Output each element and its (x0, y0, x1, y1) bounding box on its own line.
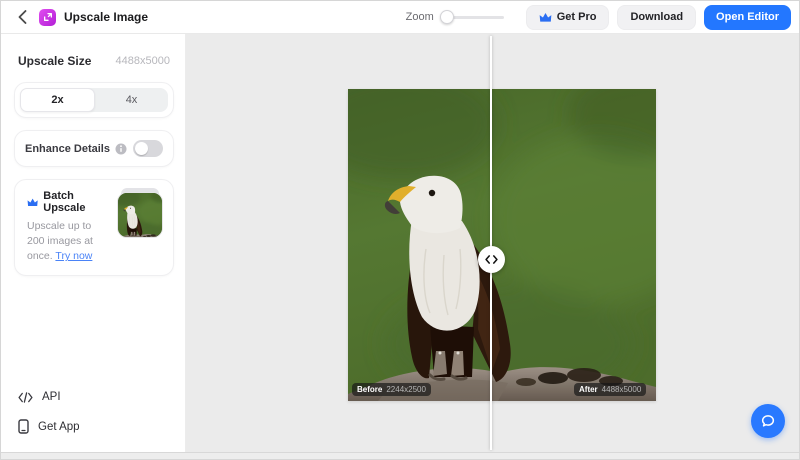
left-right-arrows-icon (485, 255, 498, 264)
batch-thumbnail-stack (117, 192, 163, 238)
info-icon[interactable] (115, 143, 127, 155)
get-pro-button[interactable]: Get Pro (526, 5, 610, 30)
comparison-image: Before 2244x2500 After 4488x5000 (348, 89, 656, 401)
zoom-label: Zoom (406, 11, 434, 23)
enhance-details-labelgroup: Enhance Details (25, 143, 127, 155)
open-editor-button[interactable]: Open Editor (704, 5, 791, 30)
upscale-tool-icon (39, 9, 56, 26)
batch-thumbnail (117, 192, 163, 238)
batch-upscale-title: Batch Upscale (43, 190, 109, 214)
batch-upscale-title-row: Batch Upscale (27, 190, 109, 214)
get-app-label: Get App (38, 421, 80, 433)
compare-slider-handle[interactable] (478, 246, 505, 273)
window-bottom-edge (1, 452, 799, 459)
canvas-area: Before 2244x2500 After 4488x5000 (186, 34, 799, 452)
try-now-link[interactable]: Try now (55, 250, 92, 262)
before-label: Before (357, 385, 382, 394)
scale-selector-card: 2x 4x (14, 82, 174, 118)
zoom-control: Zoom (406, 11, 504, 23)
after-badge: After 4488x5000 (574, 383, 646, 396)
download-button[interactable]: Download (617, 5, 696, 30)
app-window: Upscale Image Zoom Get Pro Download Open… (0, 0, 800, 460)
sidebar-item-api[interactable]: API (14, 383, 174, 411)
batch-upscale-card[interactable]: Batch Upscale Upscale up to 200 images a… (14, 179, 174, 276)
crown-icon (27, 197, 38, 208)
get-pro-label: Get Pro (557, 11, 597, 23)
batch-upscale-description: Upscale up to 200 images at once. Try no… (27, 219, 109, 265)
back-button[interactable] (13, 8, 31, 26)
zoom-slider[interactable] (442, 16, 504, 19)
before-size: 2244x2500 (386, 385, 426, 394)
enhance-details-label: Enhance Details (25, 143, 110, 155)
upscale-size-label: Upscale Size (18, 54, 91, 68)
code-icon (18, 392, 33, 403)
upscale-size-value: 4488x5000 (116, 55, 170, 67)
top-bar: Upscale Image Zoom Get Pro Download Open… (1, 1, 799, 34)
after-label: After (579, 385, 598, 394)
zoom-slider-knob[interactable] (440, 10, 454, 24)
scale-option-4x[interactable]: 4x (95, 88, 168, 112)
compare-divider-line[interactable] (490, 36, 492, 450)
enhance-details-toggle[interactable] (133, 140, 163, 157)
scale-option-2x[interactable]: 2x (20, 88, 95, 112)
download-label: Download (630, 11, 683, 23)
api-label: API (42, 391, 61, 403)
open-editor-label: Open Editor (716, 11, 779, 23)
sidebar-item-get-app[interactable]: Get App (14, 411, 174, 442)
chat-bubble-icon (760, 413, 776, 429)
toggle-knob (135, 142, 148, 155)
sidebar-spacer (14, 276, 174, 383)
eagle-photo (348, 89, 656, 401)
after-size: 4488x5000 (602, 385, 642, 394)
batch-upscale-text: Batch Upscale Upscale up to 200 images a… (27, 190, 109, 265)
page-title: Upscale Image (64, 10, 148, 24)
chat-button[interactable] (751, 404, 785, 438)
scale-segmented-control: 2x 4x (20, 88, 168, 112)
chevron-left-icon (18, 10, 27, 24)
upscale-size-row: Upscale Size 4488x5000 (14, 46, 174, 82)
crown-icon (539, 12, 552, 23)
phone-icon (18, 419, 29, 434)
enhance-details-card: Enhance Details (14, 130, 174, 167)
before-badge: Before 2244x2500 (352, 383, 431, 396)
sidebar: Upscale Size 4488x5000 2x 4x Enhance Det… (1, 34, 186, 452)
